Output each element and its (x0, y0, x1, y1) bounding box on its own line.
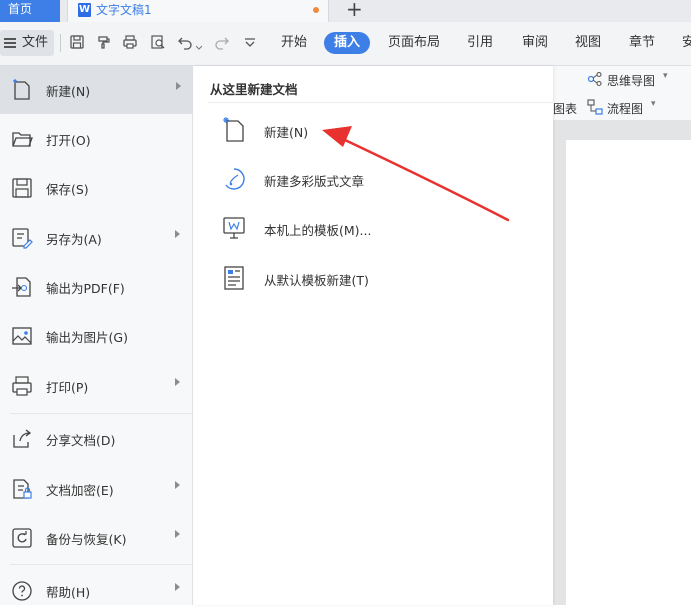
tab-home-label: 首页 (8, 2, 33, 16)
undo-icon[interactable] (177, 34, 193, 50)
file-menu-item-help[interactable]: 帮助(H) (0, 567, 193, 615)
share-icon (10, 427, 34, 451)
tab-page-layout[interactable]: 页面布局 (388, 32, 440, 54)
submenu-divider (208, 102, 553, 103)
toolbar-divider (60, 34, 61, 52)
new-submenu: 从这里新建文档 新建(N) 新建多彩版式文章 本机上的模板(M)... 从默认模… (194, 66, 553, 605)
submenu-arrow-icon (175, 530, 180, 538)
file-menu-item-open[interactable]: 打开(O) (0, 115, 193, 163)
file-menu-item-label: 文档加密(E) (46, 483, 114, 498)
tab-view[interactable]: 视图 (575, 32, 601, 54)
file-menu-item-new[interactable]: 新建(N) (0, 66, 193, 114)
tab-document-title: 文字文稿1 (96, 3, 152, 17)
encrypt-icon (10, 477, 34, 501)
default-template-icon (220, 264, 248, 292)
submenu-arrow-icon (175, 481, 180, 489)
submenu-arrow-icon (175, 583, 180, 591)
submenu-item-label: 新建(N) (264, 125, 309, 140)
file-menu-item-label: 打开(O) (46, 133, 91, 148)
submenu-item-colorful-article[interactable]: 新建多彩版式文章 (220, 161, 520, 197)
flowchart-button[interactable]: 流程图 (607, 100, 643, 117)
submenu-item-label: 本机上的模板(M)... (264, 223, 372, 238)
file-menu-item-label: 打印(P) (46, 380, 89, 395)
submenu-item-default-template[interactable]: 从默认模板新建(T) (220, 260, 520, 296)
help-icon (10, 579, 34, 603)
submenu-item-local-template[interactable]: 本机上的模板(M)... (220, 210, 520, 246)
format-painter-icon[interactable] (96, 34, 112, 50)
file-menu-item-label: 备份与恢复(K) (46, 532, 127, 547)
local-template-icon (220, 214, 248, 242)
file-menu-item-label: 分享文档(D) (46, 433, 116, 448)
file-menu-item-backup[interactable]: 备份与恢复(K) (0, 514, 193, 562)
new-doc-icon (10, 78, 34, 102)
file-menu-button[interactable]: 文件 (0, 30, 54, 56)
chart-button-partial[interactable]: 图表 (553, 100, 577, 117)
folder-open-icon (10, 127, 34, 151)
submenu-item-label: 从默认模板新建(T) (264, 273, 369, 288)
colorful-article-icon (220, 165, 248, 193)
submenu-title: 从这里新建文档 (210, 82, 298, 97)
save-icon[interactable] (69, 34, 85, 50)
tab-start[interactable]: 开始 (281, 32, 307, 54)
document-page[interactable] (566, 140, 691, 605)
file-menu-item-label: 新建(N) (46, 84, 91, 99)
file-menu-item-save-as[interactable]: 另存为(A) (0, 214, 193, 262)
file-menu-item-export-pdf[interactable]: 输出为PDF(F) (0, 263, 193, 311)
backup-icon (10, 526, 34, 550)
menu-divider (10, 413, 193, 414)
undo-dropdown-icon[interactable] (195, 40, 203, 50)
tab-bar: 首页 W 文字文稿1 + (0, 0, 691, 22)
submenu-arrow-icon (176, 82, 181, 90)
tab-chapter[interactable]: 章节 (629, 32, 655, 54)
menu-divider (10, 564, 193, 565)
save-icon (10, 176, 34, 200)
print-preview-icon[interactable] (150, 34, 166, 50)
print-icon (10, 374, 34, 398)
file-menu-item-label: 输出为PDF(F) (46, 281, 125, 296)
file-menu-label: 文件 (22, 35, 49, 50)
file-menu-item-share[interactable]: 分享文档(D) (0, 415, 193, 463)
hamburger-icon (4, 38, 16, 48)
flowchart-icon[interactable] (587, 99, 603, 115)
main-toolbar: 文件 开始 插入 页面布局 引用 审阅 视图 章节 安 (0, 22, 691, 66)
tab-review[interactable]: 审阅 (522, 32, 548, 54)
submenu-item-new[interactable]: 新建(N) (220, 112, 520, 148)
unsaved-dot-icon (313, 7, 319, 13)
file-menu-item-label: 帮助(H) (46, 585, 91, 600)
file-menu-item-save[interactable]: 保存(S) (0, 164, 193, 212)
customize-icon[interactable] (242, 34, 258, 50)
print-icon[interactable] (122, 34, 138, 50)
save-as-icon (10, 226, 34, 250)
submenu-arrow-icon (175, 378, 180, 386)
file-menu-item-label: 保存(S) (46, 182, 89, 197)
mindmap-button[interactable]: 思维导图 (607, 72, 655, 89)
tab-references[interactable]: 引用 (467, 32, 493, 54)
tab-security[interactable]: 安 (682, 32, 691, 54)
tab-document[interactable]: W 文字文稿1 (67, 0, 329, 22)
file-menu-item-export-image[interactable]: 输出为图片(G) (0, 312, 193, 360)
mindmap-icon[interactable] (587, 71, 603, 87)
writer-doc-icon: W (78, 3, 91, 17)
new-tab-button[interactable]: + (346, 0, 363, 20)
new-doc-icon (220, 116, 248, 144)
mindmap-dropdown-icon[interactable]: ▾ (663, 71, 668, 81)
tab-home[interactable]: 首页 (0, 0, 60, 22)
file-menu-item-label: 输出为图片(G) (46, 330, 128, 345)
tab-insert[interactable]: 插入 (324, 32, 371, 54)
file-menu-item-print[interactable]: 打印(P) (0, 362, 193, 410)
ribbon-panel: 思维导图 ▾ 图表 流程图 ▾ (553, 66, 691, 120)
submenu-item-label: 新建多彩版式文章 (264, 174, 365, 189)
file-menu-item-label: 另存为(A) (46, 232, 102, 247)
file-menu-item-encrypt[interactable]: 文档加密(E) (0, 465, 193, 513)
submenu-arrow-icon (175, 230, 180, 238)
redo-icon[interactable] (214, 34, 230, 50)
export-image-icon (10, 324, 34, 348)
flowchart-dropdown-icon[interactable]: ▾ (651, 99, 656, 109)
export-pdf-icon (10, 275, 34, 299)
file-menu: 新建(N) 打开(O) 保存(S) 另存为(A) 输出为PDF(F) 输出为图片… (0, 66, 193, 605)
